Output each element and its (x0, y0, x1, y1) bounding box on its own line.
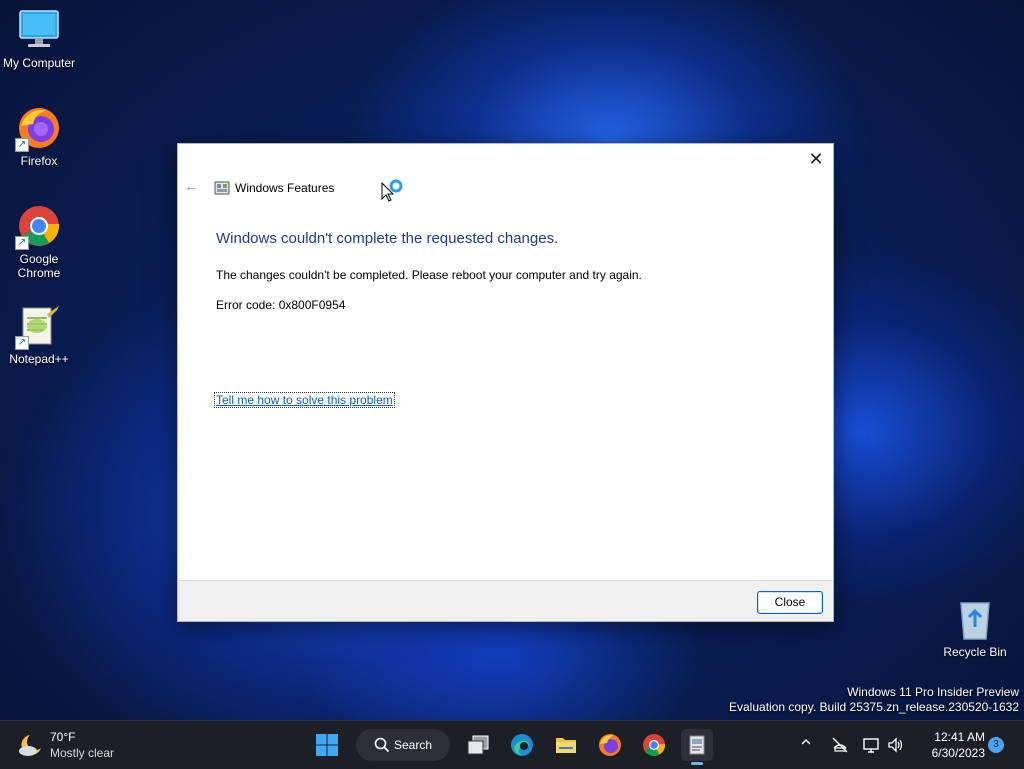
volume-button[interactable] (882, 729, 910, 761)
display-icon (863, 738, 879, 753)
notepadpp-icon: ↗ (15, 304, 61, 350)
windows-features-dialog: ✕ ← Windows Features Windows couldn't co… (177, 143, 834, 622)
search-icon (374, 737, 390, 753)
shortcut-arrow-icon: ↗ (15, 236, 29, 250)
weather-temp: 70°F (50, 730, 76, 744)
busy-cursor-icon (380, 179, 406, 205)
dialog-heading: Windows couldn't complete the requested … (216, 230, 559, 247)
desktop-icon-label: My Computer (2, 56, 76, 70)
dialog-close-icon[interactable]: ✕ (805, 148, 827, 170)
moon-cloud-icon (19, 735, 41, 756)
watermark-line-2: Evaluation copy. Build 25375.zn_release.… (729, 700, 1019, 714)
chrome-icon: ↗ (15, 204, 61, 250)
start-icon (316, 734, 338, 756)
desktop-icon-recycle-bin[interactable]: Recycle Bin (937, 597, 1013, 659)
chrome-icon (643, 734, 666, 756)
chrome-taskbar-button[interactable] (638, 729, 670, 761)
taskbar-clock[interactable]: 12:41 AM 6/30/2023 (915, 729, 985, 761)
edge-icon (511, 734, 533, 756)
firefox-taskbar-button[interactable] (594, 729, 626, 761)
firefox-icon: ↗ (15, 106, 61, 152)
volume-icon (888, 737, 903, 753)
dialog-title: Windows Features (235, 181, 335, 195)
desktop-icon-label: Google Chrome (17, 252, 61, 280)
desktop-icon-label: Recycle Bin (943, 645, 1007, 659)
shortcut-arrow-icon: ↗ (15, 336, 29, 350)
windows-features-icon (214, 180, 230, 196)
shortcut-arrow-icon: ↗ (15, 138, 29, 152)
file-explorer-button[interactable] (550, 729, 582, 761)
network-off-icon (832, 737, 848, 753)
desktop-background: My Computer ↗ Firefox ↗ Google Chrome ↗ … (0, 0, 1024, 720)
desktop-icon-label: Notepad++ (9, 352, 69, 366)
evaluation-watermark: Windows 11 Pro Insider Preview Evaluatio… (729, 685, 1019, 715)
windows-features-icon (689, 735, 705, 755)
monitor-icon (17, 8, 61, 52)
dialog-message: The changes couldn't be completed. Pleas… (216, 268, 642, 282)
notification-badge[interactable]: 3 (988, 737, 1004, 753)
back-arrow-icon[interactable]: ← (184, 178, 199, 195)
desktop-icon-label: Firefox (20, 154, 58, 168)
taskbar-search[interactable]: Search (356, 729, 450, 761)
weather-condition: Mostly clear (50, 746, 115, 760)
task-view-button[interactable] (462, 729, 494, 761)
clock-date: 6/30/2023 (931, 746, 985, 760)
windows-features-taskbar-button[interactable] (681, 729, 713, 765)
clock-time: 12:41 AM (934, 730, 985, 744)
edge-button[interactable] (506, 729, 538, 761)
firefox-icon (599, 734, 621, 756)
desktop-icon-notepadpp[interactable]: ↗ Notepad++ (1, 304, 77, 366)
active-app-indicator (691, 762, 703, 765)
start-button[interactable] (311, 729, 343, 761)
search-label: Search (394, 738, 433, 752)
close-button[interactable]: Close (757, 591, 823, 614)
weather-widget[interactable]: 70°F Mostly clear (14, 728, 144, 762)
help-link[interactable]: Tell me how to solve this problem (214, 392, 395, 408)
taskbar: 70°F Mostly clear Search 12:41 AM 6/30/2… (0, 720, 1024, 769)
error-code: Error code: 0x800F0954 (216, 298, 346, 312)
network-status-button[interactable] (826, 729, 854, 761)
dialog-footer: Close (178, 580, 833, 621)
watermark-line-1: Windows 11 Pro Insider Preview (847, 685, 1019, 699)
file-explorer-icon (556, 738, 576, 753)
display-button[interactable] (857, 729, 885, 761)
desktop-icon-my-computer[interactable]: My Computer (1, 8, 77, 70)
task-view-icon (467, 735, 489, 755)
recycle-bin-icon (953, 597, 997, 641)
desktop-icon-chrome[interactable]: ↗ Google Chrome (1, 204, 77, 280)
tray-overflow-chevron-icon[interactable] (800, 736, 812, 751)
desktop-icon-firefox[interactable]: ↗ Firefox (1, 106, 77, 168)
